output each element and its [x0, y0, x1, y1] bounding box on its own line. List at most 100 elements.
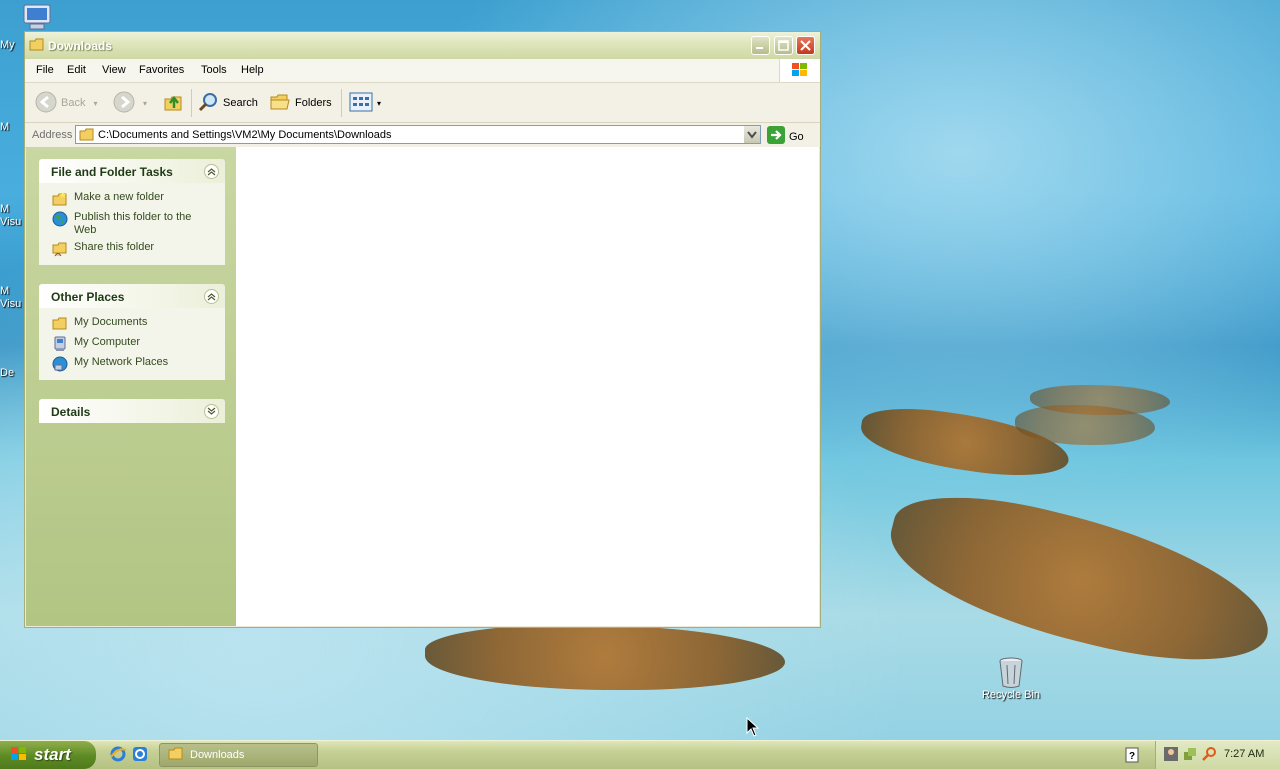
search-tray-icon[interactable]: [1201, 746, 1217, 765]
outlook-express-icon[interactable]: [131, 745, 149, 766]
folders-icon: [269, 91, 291, 116]
wallpaper-starfish: [425, 625, 785, 690]
menu-tools[interactable]: Tools: [201, 64, 227, 76]
details-panel: Details: [39, 399, 225, 423]
desktop-icon-label-clipped[interactable]: De: [0, 367, 14, 379]
up-folder-button[interactable]: [162, 91, 184, 115]
network-tray-icon[interactable]: [1182, 746, 1198, 765]
file-list-area[interactable]: [236, 147, 819, 626]
title-bar[interactable]: Downloads: [25, 32, 820, 60]
address-dropdown-button[interactable]: [744, 126, 760, 143]
toolbar-separator: [341, 89, 342, 117]
back-arrow-icon: [35, 91, 57, 116]
close-button[interactable]: [796, 36, 815, 55]
link-label: Share this folder: [74, 241, 155, 253]
back-label: Back: [61, 97, 86, 109]
menu-help[interactable]: Help: [241, 64, 264, 76]
forward-arrow-icon: [113, 91, 135, 116]
recycle-bin-desktop-icon[interactable]: Recycle Bin: [978, 655, 1044, 701]
panel-header[interactable]: Other Places: [39, 284, 225, 308]
task-pane: File and Folder Tasks Make a new folder …: [26, 147, 236, 626]
windows-logo-icon: [10, 746, 28, 765]
minimize-button[interactable]: [751, 36, 770, 55]
desktop-icon-label-clipped[interactable]: Visu: [0, 216, 21, 228]
folder-icon: [52, 316, 68, 332]
menu-edit[interactable]: Edit: [67, 64, 86, 76]
folder-icon: [29, 38, 45, 55]
forward-button[interactable]: ▾: [113, 91, 147, 115]
chevron-down-icon: ▾: [377, 98, 382, 108]
taskbar: start Downloads ? 7:27 AM: [0, 740, 1280, 769]
menu-favorites[interactable]: Favorites: [139, 64, 184, 76]
wallpaper-starfish: [876, 474, 1280, 686]
menu-view[interactable]: View: [102, 64, 126, 76]
go-button[interactable]: Go: [767, 126, 804, 147]
address-input[interactable]: C:\Documents and Settings\VM2\My Documen…: [75, 125, 761, 144]
panel-header[interactable]: Details: [39, 399, 225, 423]
search-icon: [197, 91, 219, 116]
chevron-up-icon[interactable]: [204, 289, 219, 304]
desktop-icon-label-clipped[interactable]: Visu: [0, 298, 21, 310]
panel-title: Other Places: [51, 290, 125, 304]
globe-icon: [52, 211, 68, 227]
desktop-icon-label-clipped[interactable]: M: [0, 121, 9, 133]
taskbar-button-label: Downloads: [190, 749, 245, 761]
share-folder-icon: [52, 241, 68, 257]
views-icon: [349, 92, 373, 115]
help-icon[interactable]: ?: [1125, 747, 1139, 766]
chevron-down-icon[interactable]: [204, 404, 219, 419]
panel-title: File and Folder Tasks: [51, 165, 173, 179]
explorer-window: Downloads File Edit View Favorites Tools…: [24, 31, 821, 628]
toolbar-separator: [191, 89, 192, 117]
maximize-button[interactable]: [774, 36, 793, 55]
link-label: My Computer: [74, 336, 141, 348]
toolbar: Back ▾ ▾ Search Folders ▾: [25, 83, 820, 123]
internet-explorer-icon[interactable]: [109, 745, 127, 766]
mouse-cursor-icon: [746, 716, 760, 740]
window-title: Downloads: [48, 39, 113, 53]
views-button[interactable]: ▾: [349, 91, 381, 115]
make-new-folder-link[interactable]: Make a new folder: [39, 189, 225, 209]
recycle-bin-icon: [996, 655, 1026, 689]
search-button[interactable]: Search: [197, 91, 258, 115]
up-folder-icon: [162, 91, 184, 116]
chevron-down-icon: ▾: [143, 98, 148, 108]
my-network-places-link[interactable]: My Network Places: [39, 354, 225, 374]
address-bar: Address C:\Documents and Settings\VM2\My…: [25, 123, 820, 148]
clock: 7:27 AM: [1224, 748, 1265, 760]
file-folder-tasks-panel: File and Folder Tasks Make a new folder …: [39, 159, 225, 265]
chevron-down-icon: ▾: [93, 98, 98, 108]
desktop-icon-label-clipped[interactable]: My: [0, 39, 15, 51]
share-folder-link[interactable]: Share this folder: [39, 239, 225, 259]
taskbar-button-downloads[interactable]: Downloads: [159, 743, 318, 767]
computer-icon: [52, 336, 68, 352]
start-button[interactable]: start: [0, 741, 96, 769]
my-documents-link[interactable]: My Documents: [39, 314, 225, 334]
search-label: Search: [223, 97, 258, 109]
windows-logo-icon: [779, 59, 820, 82]
link-label: Make a new folder: [74, 191, 164, 203]
network-icon: [52, 356, 68, 372]
recycle-bin-label: Recycle Bin: [981, 689, 1041, 701]
menu-bar: File Edit View Favorites Tools Help: [25, 59, 820, 83]
publish-folder-link[interactable]: Publish this folder to the Web: [39, 209, 225, 239]
go-label: Go: [789, 130, 804, 143]
panel-title: Details: [51, 405, 91, 419]
my-computer-link[interactable]: My Computer: [39, 334, 225, 354]
back-button[interactable]: Back ▾: [35, 91, 97, 115]
folder-icon: [168, 747, 184, 764]
chevron-up-icon[interactable]: [204, 164, 219, 179]
new-folder-icon: [52, 191, 68, 207]
address-value: C:\Documents and Settings\VM2\My Documen…: [98, 129, 392, 141]
go-arrow-icon: [767, 126, 785, 147]
folders-button[interactable]: Folders: [269, 91, 332, 115]
panel-header[interactable]: File and Folder Tasks: [39, 159, 225, 183]
desktop-icon-label-clipped[interactable]: M: [0, 203, 9, 215]
desktop-icon-label-clipped[interactable]: M: [0, 285, 9, 297]
other-places-panel: Other Places My Documents My Computer My…: [39, 284, 225, 380]
folders-label: Folders: [295, 97, 332, 109]
link-label: My Documents: [74, 316, 148, 328]
menu-file[interactable]: File: [36, 64, 54, 76]
svg-text:?: ?: [1129, 751, 1135, 762]
user-tray-icon[interactable]: [1163, 746, 1179, 765]
